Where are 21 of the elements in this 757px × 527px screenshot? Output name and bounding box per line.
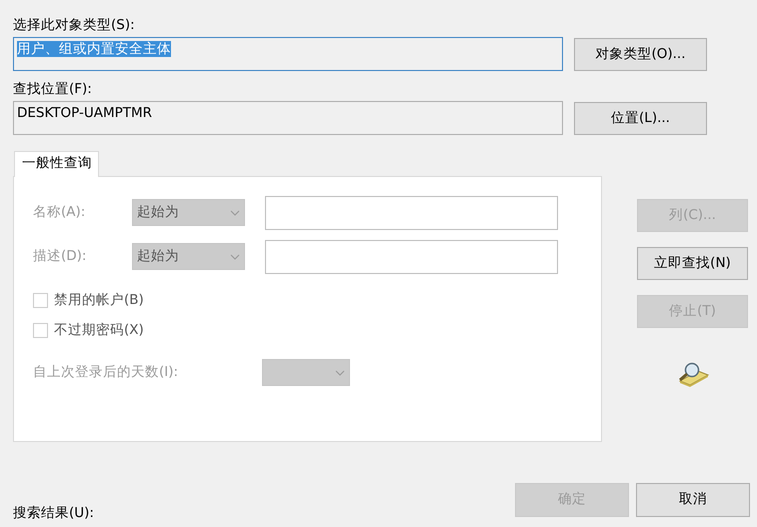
field-label: 自上次登录后的天数(I):	[33, 364, 180, 382]
field-label: 搜索结果(U):	[13, 504, 95, 522]
checkbox-label[interactable]: 禁用的帐户(B)	[54, 292, 144, 310]
button[interactable]: 取消	[636, 482, 750, 517]
chevron-down-icon	[230, 254, 240, 260]
button[interactable]: 位置(L)...	[574, 102, 707, 135]
chevron-down-icon	[230, 210, 240, 216]
field-label: 选择此对象类型(S):	[13, 17, 136, 35]
chevron-down-icon	[335, 370, 345, 376]
field-label: 查找位置(F):	[13, 81, 93, 99]
button[interactable]: 立即查找(N)	[637, 247, 748, 280]
input-field[interactable]	[265, 196, 558, 230]
checkbox[interactable]	[33, 323, 48, 338]
tab[interactable]: 一般性查询	[14, 151, 99, 177]
button[interactable]: 对象类型(O)...	[574, 38, 707, 71]
input-field[interactable]: DESKTOP-UAMPTMR	[13, 101, 563, 135]
checkbox-label[interactable]: 不过期密码(X)	[54, 322, 144, 340]
checkbox[interactable]	[33, 293, 48, 308]
field-label: 描述(D):	[33, 248, 88, 266]
input-field[interactable]	[265, 240, 558, 274]
field-label: 名称(A):	[33, 204, 86, 222]
